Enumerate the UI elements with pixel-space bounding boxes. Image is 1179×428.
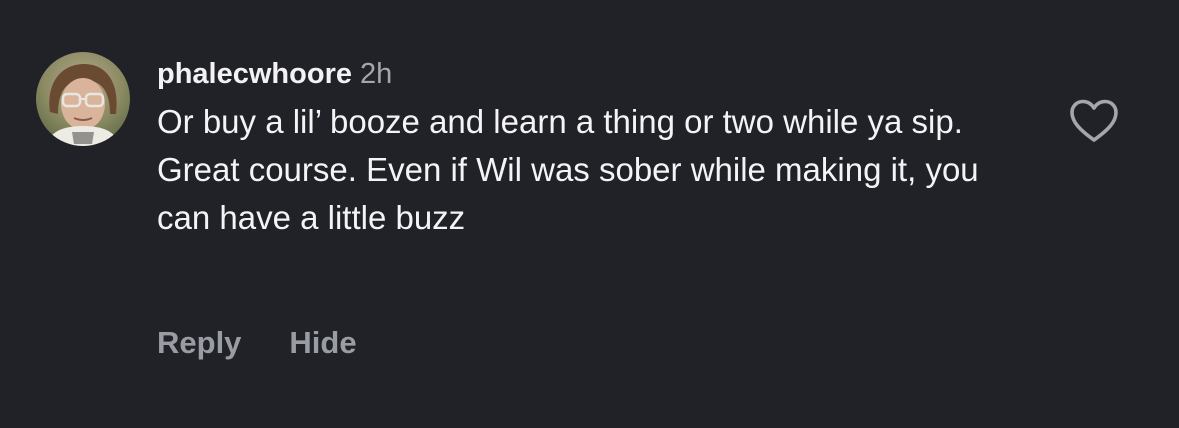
comment-meta: phalecwhoore 2h [157, 54, 1017, 94]
comment-content: phalecwhoore 2h Or buy a lil’ booze and l… [157, 54, 1017, 242]
like-button[interactable] [1068, 98, 1120, 144]
hide-button[interactable]: Hide [289, 325, 356, 360]
avatar[interactable] [36, 52, 130, 146]
user-avatar-photo-icon [36, 52, 130, 146]
reply-button[interactable]: Reply [157, 325, 241, 360]
username[interactable]: phalecwhoore [157, 58, 352, 90]
comment-text: Or buy a lil’ booze and learn a thing or… [157, 103, 979, 236]
comment-item: phalecwhoore 2h Or buy a lil’ booze and l… [0, 0, 1179, 428]
heart-outline-icon [1070, 99, 1118, 142]
timestamp: 2h [360, 58, 393, 90]
comment-actions: Reply Hide [157, 323, 357, 363]
